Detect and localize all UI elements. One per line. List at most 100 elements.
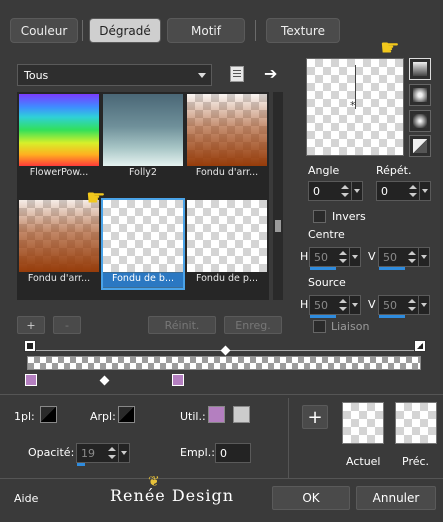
stop-marker[interactable] xyxy=(414,340,426,352)
source-v-slider[interactable] xyxy=(379,315,405,318)
source-v-value: 50 xyxy=(383,298,397,312)
user-color-label: Util.: xyxy=(180,410,206,423)
center-h-input[interactable]: 50 xyxy=(309,247,361,270)
color-stop-marker[interactable] xyxy=(25,374,37,386)
repeat-input[interactable]: 0 xyxy=(376,181,431,201)
previous-gradient-thumbnail[interactable] xyxy=(395,402,437,444)
linear-gradient-icon xyxy=(413,62,427,76)
tab-degrade[interactable]: Dégradé xyxy=(89,18,161,43)
background-plane-label: Arpl: xyxy=(90,410,116,423)
center-v-input[interactable]: 50 xyxy=(378,247,430,270)
angle-input[interactable]: 0 xyxy=(308,181,363,201)
spin-arrows-icon[interactable] xyxy=(338,297,348,313)
scrollbar-thumb[interactable] xyxy=(275,220,281,232)
divider xyxy=(288,398,289,478)
source-h-input[interactable]: 50 xyxy=(309,295,361,318)
gradient-swatch xyxy=(19,94,99,166)
gradient-swatch xyxy=(187,94,267,166)
source-v-label: V xyxy=(368,298,376,311)
add-to-library-button[interactable]: + xyxy=(302,405,328,429)
midpoint-marker[interactable] xyxy=(99,375,110,386)
gradient-library: FlowerPow... Folly2 Fondu d'arr... Fondu… xyxy=(17,92,269,300)
midpoint-marker[interactable] xyxy=(220,345,231,356)
source-h-value: 50 xyxy=(314,298,328,312)
source-h-label: H xyxy=(300,298,309,311)
chevron-down-icon[interactable] xyxy=(118,444,129,462)
user-color-alt-swatch[interactable] xyxy=(233,406,250,423)
source-v-input[interactable]: 50 xyxy=(378,295,430,318)
gradient-item-selected[interactable]: Fondu de b... xyxy=(101,198,185,290)
document-icon[interactable] xyxy=(230,66,244,82)
ok-button[interactable]: OK xyxy=(272,486,350,510)
tab-motif[interactable]: Motif xyxy=(167,18,245,43)
background-stop-swatch[interactable] xyxy=(118,406,135,423)
center-h-slider[interactable] xyxy=(310,267,336,270)
gradient-item[interactable]: Fondu d'arr... xyxy=(187,94,267,182)
repeat-value: 0 xyxy=(381,184,388,198)
user-color-swatch[interactable] xyxy=(208,406,225,423)
source-h-slider[interactable] xyxy=(310,315,336,318)
spin-arrows-icon[interactable] xyxy=(407,249,417,265)
reset-button[interactable]: Réinit. xyxy=(148,316,216,334)
tab-separator xyxy=(255,20,256,41)
sunburst-style-button[interactable] xyxy=(409,135,431,157)
invert-label: Invers xyxy=(332,210,366,223)
radial-gradient-icon xyxy=(413,114,427,128)
color-stop-marker[interactable] xyxy=(172,374,184,386)
repeat-label: Répét. xyxy=(376,164,412,177)
center-v-value: 50 xyxy=(383,250,397,264)
chevron-down-icon[interactable] xyxy=(349,296,360,314)
gradient-item[interactable]: Fondu de p... xyxy=(187,200,267,288)
chevron-down-icon[interactable] xyxy=(418,248,429,266)
spin-arrows-icon[interactable] xyxy=(338,249,348,265)
center-v-slider[interactable] xyxy=(379,267,405,270)
previous-label: Préc. xyxy=(402,455,430,468)
stop-marker[interactable] xyxy=(24,340,36,352)
rectangular-gradient-icon xyxy=(413,88,427,102)
remove-gradient-button[interactable]: - xyxy=(53,316,81,334)
save-button[interactable]: Enreg. xyxy=(224,316,282,334)
link-checkbox[interactable] xyxy=(313,320,326,333)
foreground-stop-swatch[interactable] xyxy=(40,406,57,423)
gradient-item[interactable]: FlowerPow... xyxy=(19,94,99,182)
category-value: Tous xyxy=(24,68,49,82)
help-link[interactable]: Aide xyxy=(14,492,38,505)
opacity-input[interactable]: 19 xyxy=(76,443,130,466)
center-v-label: V xyxy=(368,250,376,263)
invert-checkbox[interactable] xyxy=(313,210,326,223)
gradient-preview[interactable]: * xyxy=(306,58,404,156)
location-input[interactable]: 0 xyxy=(215,443,251,463)
gradient-ramp[interactable] xyxy=(27,356,421,370)
spin-arrows-icon[interactable] xyxy=(340,183,350,199)
radial-style-button[interactable] xyxy=(409,110,431,132)
gradient-item[interactable]: Folly2 xyxy=(103,94,183,182)
gradient-name: Fondu d'arr... xyxy=(27,273,91,284)
chevron-down-icon xyxy=(198,73,206,78)
spin-arrows-icon[interactable] xyxy=(407,297,417,313)
gradient-item[interactable]: Fondu d'arr... xyxy=(19,200,99,288)
pointing-hand-icon: ☛ xyxy=(86,186,106,211)
category-select[interactable]: Tous xyxy=(17,64,212,86)
location-value: 0 xyxy=(220,446,227,460)
center-h-value: 50 xyxy=(314,250,328,264)
opacity-slider[interactable] xyxy=(77,463,85,466)
tab-texture[interactable]: Texture xyxy=(266,18,340,43)
chevron-down-icon[interactable] xyxy=(349,248,360,266)
linear-style-button[interactable] xyxy=(409,58,431,80)
tab-couleur[interactable]: Couleur xyxy=(10,18,78,43)
pointing-hand-icon: ☛ xyxy=(380,36,400,61)
add-gradient-button[interactable]: + xyxy=(17,316,45,334)
first-plane-label: 1pl: xyxy=(14,410,35,423)
cancel-button[interactable]: Annuler xyxy=(356,486,436,510)
divider xyxy=(0,478,443,479)
chevron-down-icon[interactable] xyxy=(418,296,429,314)
arrow-right-icon[interactable]: ➔ xyxy=(264,64,277,83)
chevron-down-icon[interactable] xyxy=(351,182,362,200)
spin-arrows-icon[interactable] xyxy=(107,445,117,461)
gradient-name: FlowerPow... xyxy=(29,167,89,178)
rectangular-style-button[interactable] xyxy=(409,84,431,106)
sunburst-gradient-icon xyxy=(413,139,427,153)
spin-arrows-icon[interactable] xyxy=(408,183,418,199)
chevron-down-icon[interactable] xyxy=(419,182,430,200)
library-scrollbar[interactable] xyxy=(273,92,283,300)
